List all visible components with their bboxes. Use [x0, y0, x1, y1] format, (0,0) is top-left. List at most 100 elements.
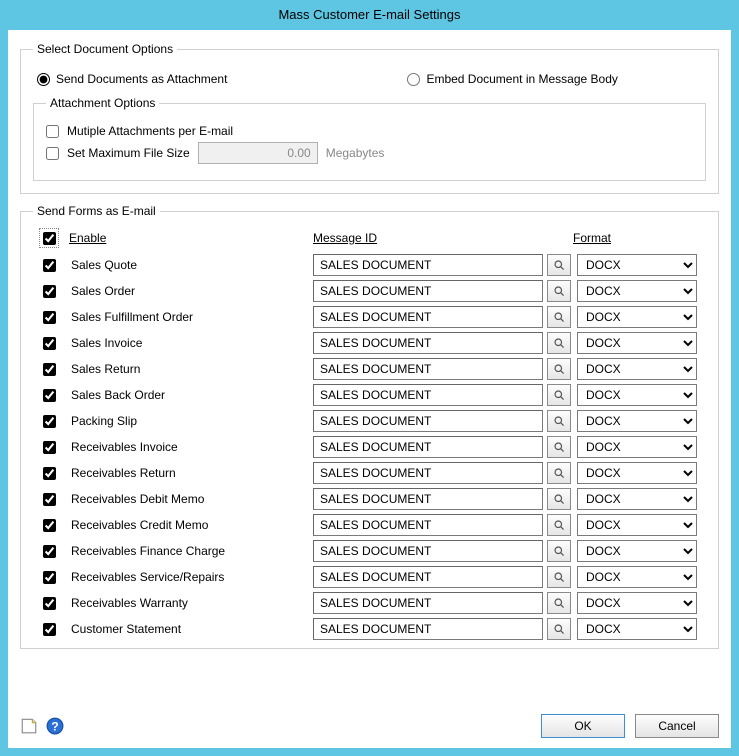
row-enable-checkbox[interactable]	[43, 337, 56, 350]
row-enable-checkbox[interactable]	[43, 571, 56, 584]
message-id-field[interactable]: SALES DOCUMENT	[313, 254, 543, 276]
row-label: Sales Fulfillment Order	[69, 310, 309, 324]
lookup-icon[interactable]	[547, 384, 571, 406]
client-area: Select Document Options Send Documents a…	[8, 30, 731, 748]
megabytes-label: Megabytes	[326, 146, 385, 160]
send-as-attachment-input[interactable]	[37, 73, 50, 86]
embed-body-input[interactable]	[407, 73, 420, 86]
format-select[interactable]: DOCX	[577, 592, 697, 614]
header-format: Format	[573, 231, 693, 245]
note-icon[interactable]	[20, 717, 38, 735]
format-select[interactable]: DOCX	[577, 332, 697, 354]
row-enable-checkbox[interactable]	[43, 597, 56, 610]
message-id-field[interactable]: SALES DOCUMENT	[313, 566, 543, 588]
embed-body-label: Embed Document in Message Body	[426, 72, 617, 86]
lookup-icon[interactable]	[547, 332, 571, 354]
message-id-field[interactable]: SALES DOCUMENT	[313, 358, 543, 380]
lookup-icon[interactable]	[547, 306, 571, 328]
row-enable-checkbox[interactable]	[43, 441, 56, 454]
document-options-group: Select Document Options Send Documents a…	[20, 42, 719, 194]
row-enable-checkbox[interactable]	[43, 493, 56, 506]
message-id-field[interactable]: SALES DOCUMENT	[313, 488, 543, 510]
message-id-field[interactable]: SALES DOCUMENT	[313, 410, 543, 432]
lookup-icon[interactable]	[547, 254, 571, 276]
row-enable-checkbox[interactable]	[43, 415, 56, 428]
message-id-field[interactable]: SALES DOCUMENT	[313, 436, 543, 458]
row-enable-checkbox[interactable]	[43, 467, 56, 480]
row-enable-checkbox[interactable]	[43, 285, 56, 298]
format-select[interactable]: DOCX	[577, 618, 697, 640]
cancel-button[interactable]: Cancel	[635, 714, 719, 738]
message-id-field[interactable]: SALES DOCUMENT	[313, 592, 543, 614]
max-file-size-label: Set Maximum File Size	[67, 146, 190, 160]
multiple-attachments-label: Mutiple Attachments per E-mail	[67, 124, 233, 138]
footer: ? OK Cancel	[20, 714, 719, 738]
format-select[interactable]: DOCX	[577, 358, 697, 380]
format-select[interactable]: DOCX	[577, 488, 697, 510]
document-options-legend: Select Document Options	[33, 42, 177, 56]
multiple-attachments-checkbox[interactable]	[46, 125, 59, 138]
format-select[interactable]: DOCX	[577, 462, 697, 484]
header-enable: Enable	[69, 231, 309, 245]
format-select[interactable]: DOCX	[577, 254, 697, 276]
max-file-size-checkbox[interactable]	[46, 147, 59, 160]
row-label: Receivables Debit Memo	[69, 492, 309, 506]
row-label: Receivables Return	[69, 466, 309, 480]
lookup-icon[interactable]	[547, 410, 571, 432]
embed-body-radio[interactable]: Embed Document in Message Body	[407, 72, 617, 86]
message-id-field[interactable]: SALES DOCUMENT	[313, 306, 543, 328]
window-title: Mass Customer E-mail Settings	[0, 0, 739, 30]
max-file-size-input	[198, 142, 318, 164]
row-enable-checkbox[interactable]	[43, 311, 56, 324]
row-enable-checkbox[interactable]	[43, 259, 56, 272]
row-enable-checkbox[interactable]	[43, 389, 56, 402]
format-select[interactable]: DOCX	[577, 306, 697, 328]
message-id-field[interactable]: SALES DOCUMENT	[313, 384, 543, 406]
message-id-field[interactable]: SALES DOCUMENT	[313, 514, 543, 536]
ok-button[interactable]: OK	[541, 714, 625, 738]
message-id-field[interactable]: SALES DOCUMENT	[313, 540, 543, 562]
row-label: Receivables Warranty	[69, 596, 309, 610]
row-enable-checkbox[interactable]	[43, 519, 56, 532]
row-label: Sales Order	[69, 284, 309, 298]
lookup-icon[interactable]	[547, 280, 571, 302]
header-message-id: Message ID	[313, 231, 569, 245]
row-label: Receivables Service/Repairs	[69, 570, 309, 584]
message-id-field[interactable]: SALES DOCUMENT	[313, 280, 543, 302]
format-select[interactable]: DOCX	[577, 514, 697, 536]
format-select[interactable]: DOCX	[577, 410, 697, 432]
format-select[interactable]: DOCX	[577, 566, 697, 588]
send-forms-legend: Send Forms as E-mail	[33, 204, 160, 218]
row-label: Sales Invoice	[69, 336, 309, 350]
lookup-icon[interactable]	[547, 566, 571, 588]
format-select[interactable]: DOCX	[577, 280, 697, 302]
select-all-checkbox[interactable]	[43, 232, 56, 245]
lookup-icon[interactable]	[547, 462, 571, 484]
format-select[interactable]: DOCX	[577, 384, 697, 406]
lookup-icon[interactable]	[547, 592, 571, 614]
send-mode-row: Send Documents as Attachment Embed Docum…	[37, 72, 706, 86]
message-id-field[interactable]: SALES DOCUMENT	[313, 462, 543, 484]
row-label: Packing Slip	[69, 414, 309, 428]
message-id-field[interactable]: SALES DOCUMENT	[313, 332, 543, 354]
format-select[interactable]: DOCX	[577, 436, 697, 458]
attachment-options-group: Attachment Options Mutiple Attachments p…	[33, 96, 706, 181]
lookup-icon[interactable]	[547, 358, 571, 380]
message-id-field[interactable]: SALES DOCUMENT	[313, 618, 543, 640]
lookup-icon[interactable]	[547, 436, 571, 458]
row-enable-checkbox[interactable]	[43, 545, 56, 558]
send-as-attachment-radio[interactable]: Send Documents as Attachment	[37, 72, 227, 86]
format-select[interactable]: DOCX	[577, 540, 697, 562]
lookup-icon[interactable]	[547, 540, 571, 562]
row-label: Customer Statement	[69, 622, 309, 636]
lookup-icon[interactable]	[547, 618, 571, 640]
send-as-attachment-label: Send Documents as Attachment	[56, 72, 227, 86]
lookup-icon[interactable]	[547, 514, 571, 536]
lookup-icon[interactable]	[547, 488, 571, 510]
help-icon[interactable]: ?	[46, 717, 64, 735]
row-enable-checkbox[interactable]	[43, 363, 56, 376]
select-all-checkbox-frame[interactable]	[39, 228, 59, 248]
row-enable-checkbox[interactable]	[43, 623, 56, 636]
row-label: Sales Quote	[69, 258, 309, 272]
row-label: Receivables Credit Memo	[69, 518, 309, 532]
